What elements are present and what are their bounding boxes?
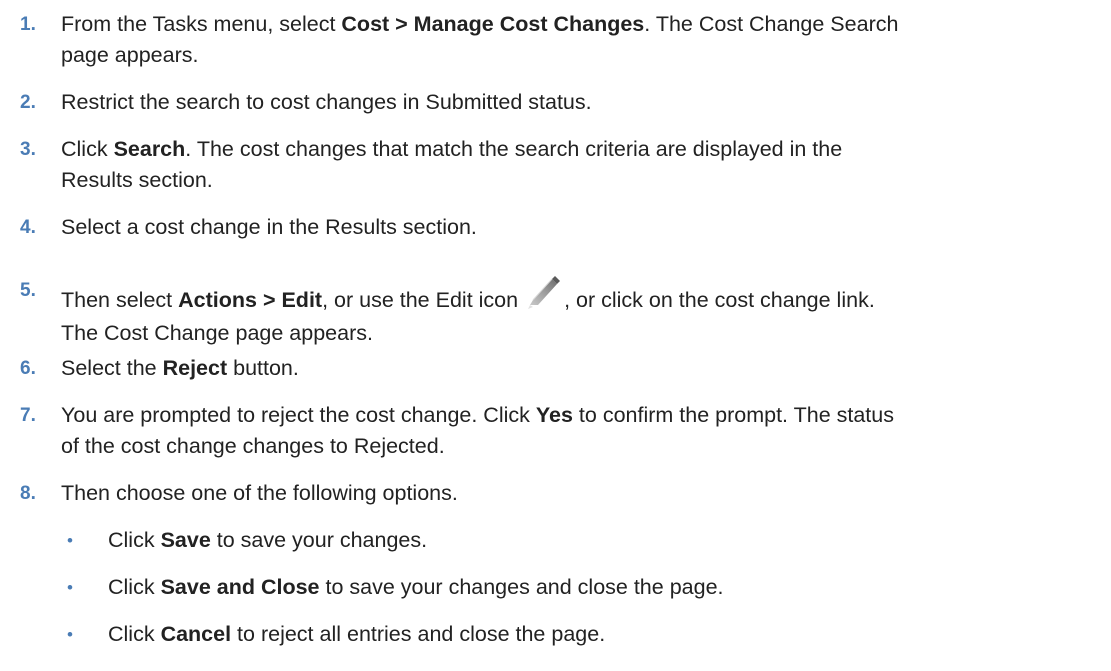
procedure-document: 1. From the Tasks menu, select Cost > Ma… <box>0 0 1111 671</box>
step-text: Then select Actions > Edit, or use the E… <box>61 275 1101 349</box>
bullet: • <box>67 531 73 550</box>
option-text: Click Save and Close to save your change… <box>108 575 724 599</box>
yes-label: Yes <box>535 403 573 427</box>
actions-edit-label: Actions > Edit <box>178 288 323 312</box>
step-number: 6. <box>20 358 36 379</box>
bullet: • <box>67 578 73 597</box>
step-text: Select the Reject button. <box>61 356 299 380</box>
step-text: Click Search. The cost changes that matc… <box>61 137 843 192</box>
step-text: You are prompted to reject the cost chan… <box>61 403 894 458</box>
option-text: Click Cancel to reject all entries and c… <box>108 622 606 646</box>
step-number: 8. <box>20 483 36 504</box>
step-text: Select a cost change in the Results sect… <box>61 215 477 239</box>
step-number: 5. <box>20 280 36 301</box>
step-number: 1. <box>20 14 36 35</box>
step-text: Restrict the search to cost changes in S… <box>61 90 592 114</box>
step-text: From the Tasks menu, select Cost > Manag… <box>61 12 899 67</box>
pencil-icon <box>524 275 561 318</box>
menu-path: Cost > Manage Cost Changes <box>341 12 645 36</box>
step-number: 2. <box>20 92 36 113</box>
bullet: • <box>67 625 73 644</box>
reject-label: Reject <box>162 356 228 380</box>
step-number: 4. <box>20 217 36 238</box>
step-number: 7. <box>20 405 36 426</box>
option-text: Click Save to save your changes. <box>108 528 428 552</box>
step-text: Then choose one of the following options… <box>61 481 458 505</box>
step-number: 3. <box>20 139 36 160</box>
search-label: Search <box>113 137 186 161</box>
